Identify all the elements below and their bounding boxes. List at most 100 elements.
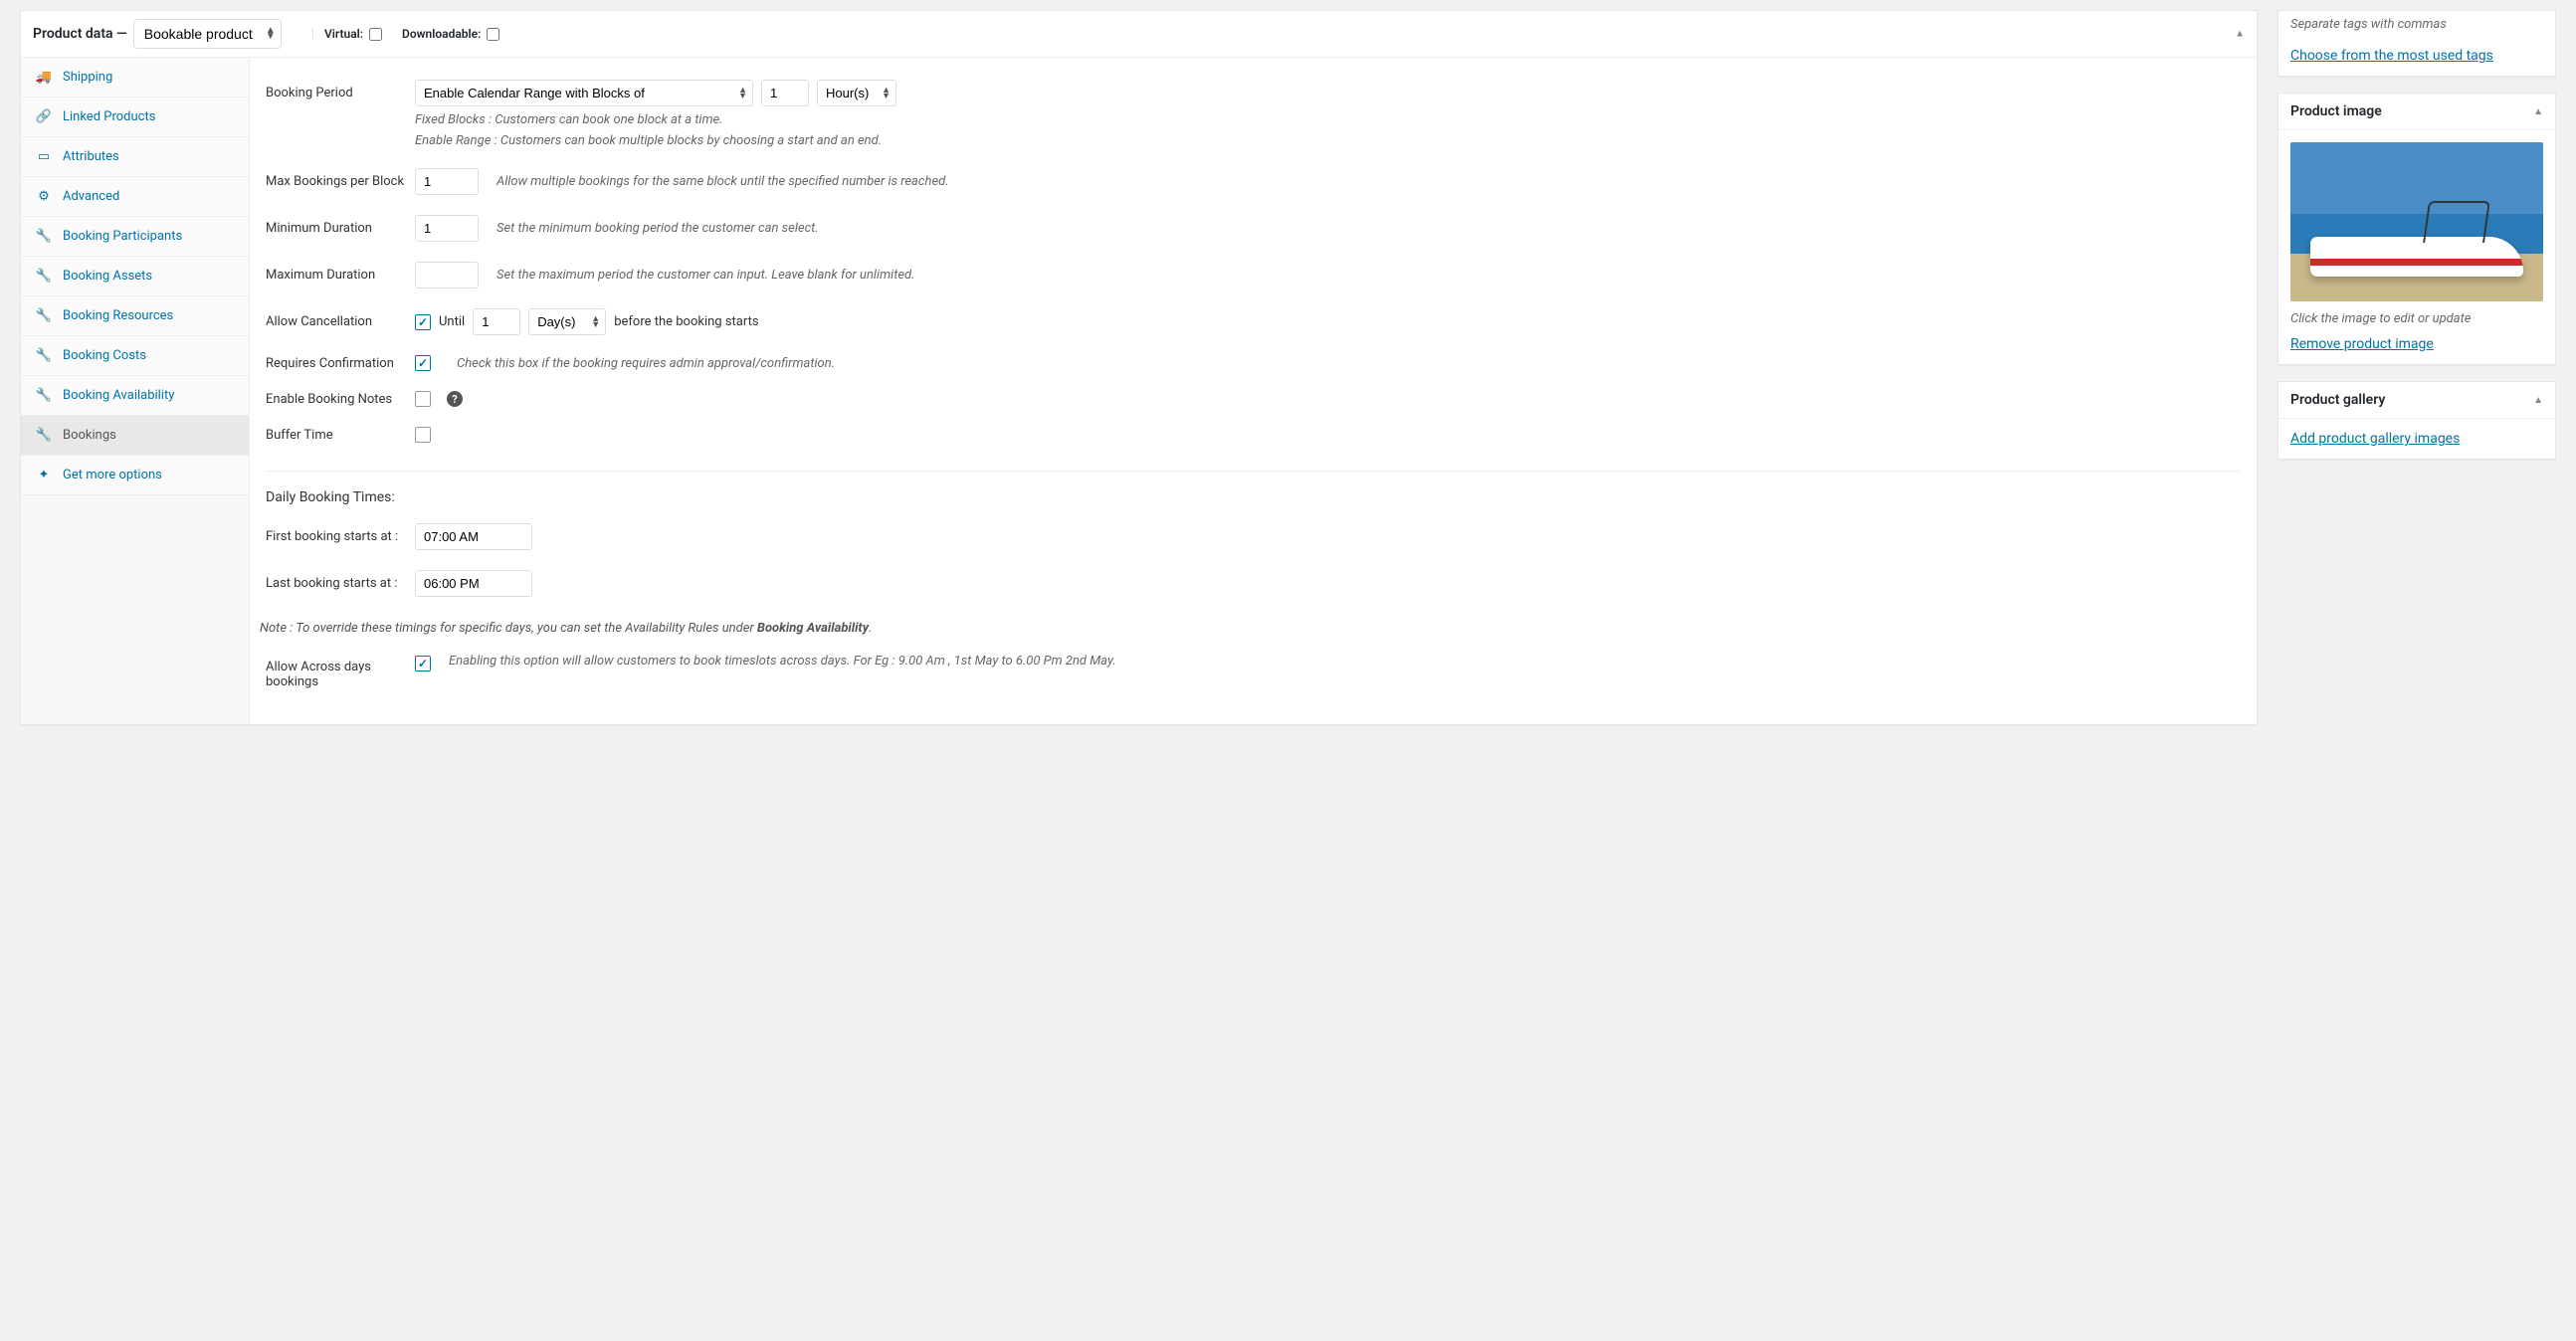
tab-label: Booking Resources [63,308,173,323]
help-text: Enabling this option will allow customer… [449,654,2241,669]
daily-booking-times-title: Daily Booking Times: [266,489,2241,505]
widget-collapse-toggle[interactable]: ▲ [2533,395,2543,406]
downloadable-checkbox[interactable] [487,28,499,41]
availability-note: Note : To override these timings for spe… [260,621,2241,636]
tab-bookings[interactable]: 🔧 Bookings [21,416,249,456]
product-data-panel: Product data — Bookable product ▲▼ | Vir… [20,10,2258,725]
max-duration-input[interactable] [415,262,479,288]
virtual-label: Virtual: [324,27,363,41]
tab-label: Booking Participants [63,229,182,244]
max-bookings-input[interactable] [415,168,479,195]
tab-linked-products[interactable]: 🔗 Linked Products [21,97,249,137]
tab-label: Booking Availability [63,388,174,403]
help-text: before the booking starts [614,314,758,329]
tab-label: Advanced [63,189,119,204]
panel-title: Product data — [33,26,127,42]
enable-notes-label: Enable Booking Notes [266,392,415,407]
tab-label: Linked Products [63,109,155,124]
requires-confirmation-label: Requires Confirmation [266,356,415,371]
requires-confirmation-checkbox[interactable]: ✓ [415,355,431,371]
allow-across-days-checkbox[interactable]: ✓ [415,656,431,671]
wrench-icon: 🔧 [35,388,53,403]
note-prefix: Note : To override these timings for spe… [260,621,757,636]
panel-collapse-toggle[interactable]: ▲ [2235,29,2245,40]
help-text: Enable Range : Customers can book multip… [415,133,2241,148]
tags-hint: Separate tags with commas [2290,17,2543,32]
tab-booking-resources[interactable]: 🔧 Booking Resources [21,296,249,336]
sparkle-icon: ✦ [35,468,53,482]
booking-period-label: Booking Period [266,80,415,100]
gear-icon: ⚙ [35,189,53,204]
min-duration-input[interactable] [415,215,479,242]
wrench-icon: 🔧 [35,428,53,443]
help-text: Check this box if the booking requires a… [457,356,835,371]
tab-label: Get more options [63,468,162,482]
remove-product-image-link[interactable]: Remove product image [2290,336,2434,352]
product-data-tabs: 🚚 Shipping 🔗 Linked Products ▭ Attributes ⚙… [21,58,250,724]
tab-shipping[interactable]: 🚚 Shipping [21,58,249,97]
booking-period-qty-input[interactable] [761,80,809,106]
tab-booking-costs[interactable]: 🔧 Booking Costs [21,336,249,376]
help-text: Allow multiple bookings for the same blo… [496,174,949,189]
buffer-time-label: Buffer Time [266,428,415,443]
product-type-select[interactable]: Bookable product [133,19,282,49]
booking-period-select[interactable]: Enable Calendar Range with Blocks of [415,80,753,106]
widget-title: Product gallery [2290,392,2385,408]
buffer-time-checkbox[interactable]: ✓ [415,427,431,443]
tab-attributes[interactable]: ▭ Attributes [21,137,249,177]
product-image-widget: Product image ▲ Click the image to edit … [2278,93,2556,365]
wrench-icon: 🔧 [35,308,53,323]
virtual-checkbox[interactable] [369,28,382,41]
wrench-icon: 🔧 [35,269,53,284]
tab-label: Bookings [63,428,116,443]
downloadable-option[interactable]: Downloadable: [402,27,499,41]
last-booking-input[interactable] [415,570,532,597]
min-duration-label: Minimum Duration [266,221,415,236]
product-tags-widget-tail: Separate tags with commas Choose from th… [2278,10,2556,77]
widget-title: Product image [2290,103,2382,119]
cancellation-value-input[interactable] [473,308,520,335]
enable-notes-checkbox[interactable]: ✓ [415,391,431,407]
tab-booking-participants[interactable]: 🔧 Booking Participants [21,217,249,257]
tab-label: Booking Assets [63,269,152,284]
image-hint: Click the image to edit or update [2290,311,2543,326]
wrench-icon: 🔧 [35,348,53,363]
product-gallery-widget: Product gallery ▲ Add product gallery im… [2278,381,2556,460]
help-icon[interactable]: ? [447,391,463,407]
allow-across-days-label: Allow Across days bookings [266,654,415,689]
divider [266,471,2241,472]
separator: | [311,27,314,42]
booking-period-unit-select[interactable]: Hour(s) [817,80,896,106]
until-label: Until [439,314,465,329]
truck-icon: 🚚 [35,70,53,85]
tab-booking-availability[interactable]: 🔧 Booking Availability [21,376,249,416]
wrench-icon: 🔧 [35,229,53,244]
cancellation-unit-select[interactable]: Day(s) [528,308,606,335]
choose-tags-link[interactable]: Choose from the most used tags [2290,48,2493,64]
first-booking-label: First booking starts at : [266,529,415,544]
help-text: Fixed Blocks : Customers can book one bl… [415,112,2241,127]
product-data-header: Product data — Bookable product ▲▼ | Vir… [21,11,2257,58]
first-booking-input[interactable] [415,523,532,550]
add-gallery-images-link[interactable]: Add product gallery images [2290,431,2460,447]
note-suffix: . [869,621,872,636]
allow-cancellation-label: Allow Cancellation [266,314,415,329]
tab-label: Booking Costs [63,348,146,363]
tab-advanced[interactable]: ⚙ Advanced [21,177,249,217]
bookings-tab-content: Booking Period Enable Calendar Range wit… [250,58,2257,724]
widget-collapse-toggle[interactable]: ▲ [2533,106,2543,117]
list-icon: ▭ [35,149,53,164]
tab-label: Attributes [63,149,119,164]
tab-get-more-options[interactable]: ✦ Get more options [21,456,249,495]
boat-image [2310,237,2523,277]
help-text: Set the minimum booking period the custo… [496,221,819,236]
help-text: Set the maximum period the customer can … [496,268,914,283]
link-icon: 🔗 [35,109,53,124]
virtual-option[interactable]: Virtual: [324,27,382,41]
max-duration-label: Maximum Duration [266,268,415,283]
max-bookings-label: Max Bookings per Block [266,174,415,189]
tab-booking-assets[interactable]: 🔧 Booking Assets [21,257,249,296]
tab-label: Shipping [63,70,112,85]
allow-cancellation-checkbox[interactable]: ✓ [415,314,431,330]
product-image-preview[interactable] [2290,142,2543,301]
